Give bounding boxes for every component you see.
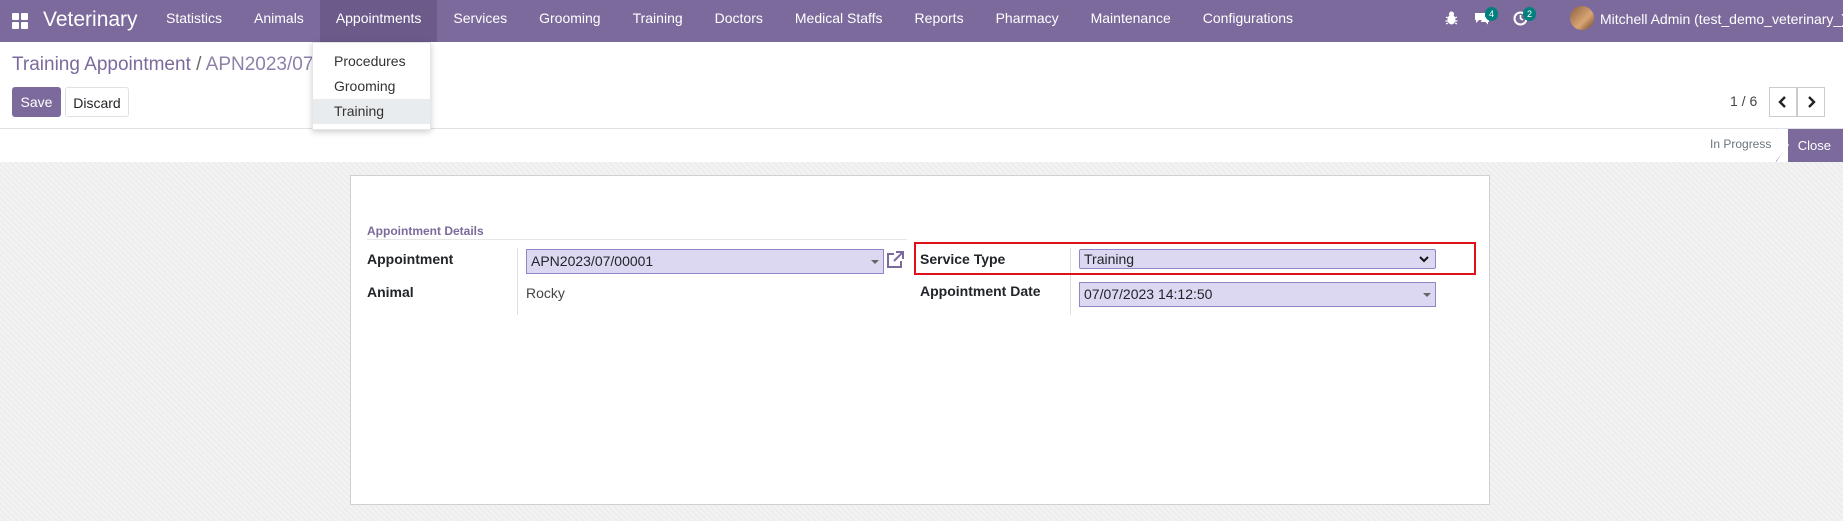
pager-value[interactable]: 1 / 6 xyxy=(1730,93,1757,109)
app-brand[interactable]: Veterinary xyxy=(43,8,138,32)
save-button[interactable]: Save xyxy=(12,87,61,117)
appointment-date-field[interactable]: 07/07/2023 14:12:50 xyxy=(1079,282,1436,307)
bug-icon[interactable] xyxy=(1445,11,1458,25)
menu-grooming[interactable]: Grooming xyxy=(523,0,616,42)
breadcrumb-parent[interactable]: Training Appointment xyxy=(12,54,191,75)
external-link-icon[interactable] xyxy=(886,251,904,269)
menu-doctors[interactable]: Doctors xyxy=(699,0,779,42)
appointment-value: APN2023/07/00001 xyxy=(531,253,654,269)
breadcrumb-current: APN2023/07/0 xyxy=(205,54,330,75)
chevron-down-icon xyxy=(871,260,879,264)
discard-button[interactable]: Discard xyxy=(65,87,129,117)
top-navbar: Veterinary Statistics Animals Appointmen… xyxy=(0,0,1843,42)
label-separator xyxy=(517,248,518,315)
dropdown-item-training[interactable]: Training xyxy=(313,99,430,124)
menu-maintenance[interactable]: Maintenance xyxy=(1075,0,1187,42)
status-close-arrow xyxy=(1776,129,1789,161)
apps-menu-icon[interactable] xyxy=(12,13,28,29)
status-in-progress[interactable]: In Progress xyxy=(1710,137,1771,151)
animal-label: Animal xyxy=(367,284,414,300)
appointment-field[interactable]: APN2023/07/00001 xyxy=(526,249,884,274)
chevron-right-icon xyxy=(1808,96,1816,108)
chevron-left-icon xyxy=(1778,96,1786,108)
menu-configurations[interactable]: Configurations xyxy=(1187,0,1309,42)
user-menu[interactable]: Mitchell Admin (test_demo_veterinary_) xyxy=(1600,11,1843,27)
service-type-highlight xyxy=(914,242,1476,275)
appointments-dropdown: Procedures Grooming Training xyxy=(312,42,431,130)
group-divider xyxy=(367,239,907,240)
appointment-date-label: Appointment Date xyxy=(920,283,1041,299)
statusbar-divider xyxy=(0,128,1843,129)
menu-pharmacy[interactable]: Pharmacy xyxy=(980,0,1075,42)
pager-previous-button[interactable] xyxy=(1769,87,1797,117)
main-menu: Statistics Animals Appointments Services… xyxy=(150,0,1309,42)
pager-next-button[interactable] xyxy=(1797,87,1825,117)
appointment-label: Appointment xyxy=(367,251,454,267)
messages-badge: 4 xyxy=(1485,7,1499,21)
menu-services[interactable]: Services xyxy=(437,0,523,42)
menu-appointments[interactable]: Appointments xyxy=(319,0,438,42)
appointment-date-value: 07/07/2023 14:12:50 xyxy=(1084,286,1213,302)
animal-value: Rocky xyxy=(526,285,565,301)
menu-animals[interactable]: Animals xyxy=(238,0,320,42)
form-sheet xyxy=(350,175,1490,505)
group-title: Appointment Details xyxy=(367,224,484,238)
menu-statistics[interactable]: Statistics xyxy=(150,0,238,42)
user-avatar[interactable] xyxy=(1570,6,1594,30)
dropdown-item-procedures[interactable]: Procedures xyxy=(313,49,430,74)
breadcrumb: Training Appointment / APN2023/07/0 xyxy=(12,54,329,76)
chevron-down-icon xyxy=(1423,293,1431,297)
dropdown-item-grooming[interactable]: Grooming xyxy=(313,74,430,99)
menu-reports[interactable]: Reports xyxy=(899,0,980,42)
breadcrumb-separator: / xyxy=(190,54,206,75)
menu-medical-staffs[interactable]: Medical Staffs xyxy=(779,0,899,42)
menu-training[interactable]: Training xyxy=(617,0,699,42)
activities-badge: 2 xyxy=(1523,7,1537,21)
